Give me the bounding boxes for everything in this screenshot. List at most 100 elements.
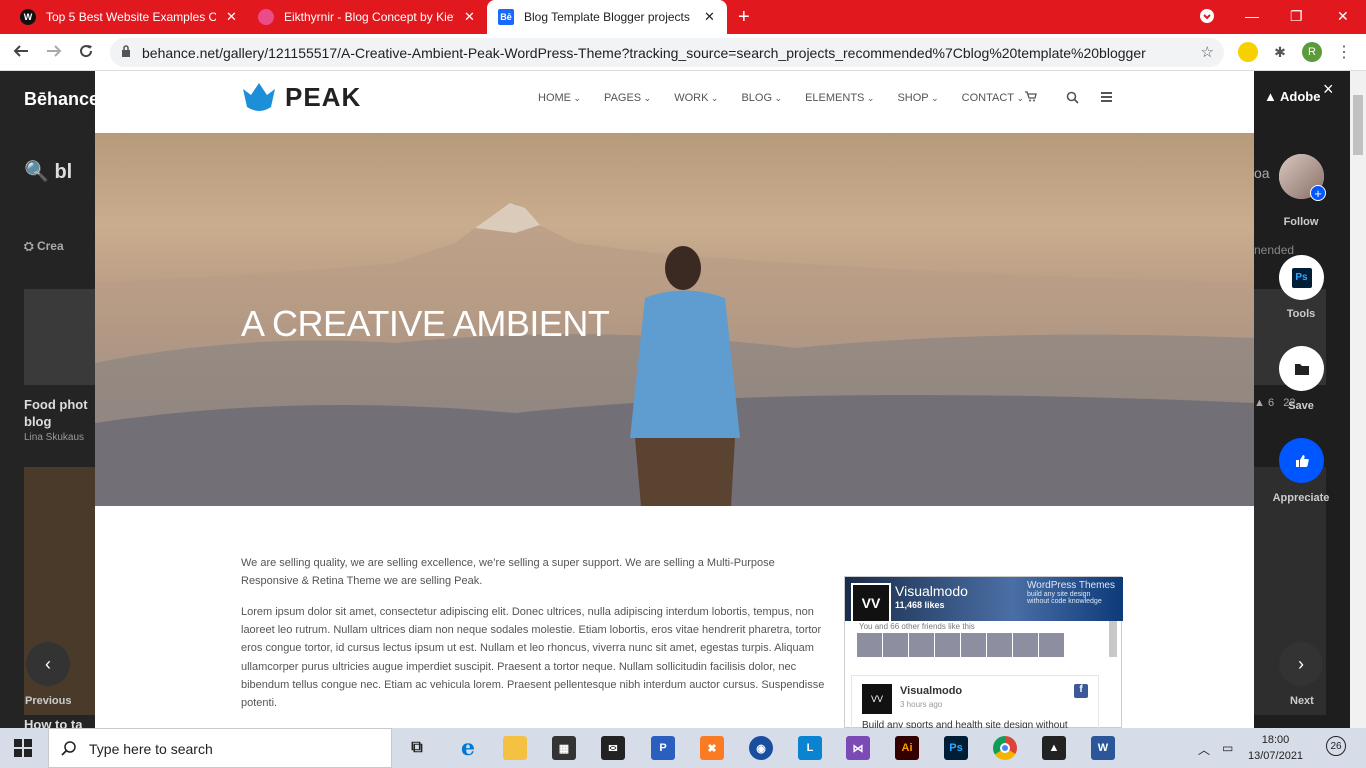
post-text: Build any sports and health site design … [862,720,1068,728]
avatar[interactable] [987,633,1012,657]
thumbs-up-icon [1295,454,1309,467]
background-text: oa [1254,165,1270,181]
chrome-icon[interactable] [993,736,1017,760]
avatar[interactable] [961,633,986,657]
website-favicon-icon: W [20,9,36,25]
tab-close-icon[interactable]: ✕ [464,9,475,25]
previous-label[interactable]: Previous [25,695,71,707]
save-button[interactable] [1279,346,1324,391]
browser-tab-bar: W Top 5 Best Website Examples Of ✕ Eikth… [0,0,1366,34]
peak-header: PEAK HOME PAGES WORK BLOG ELEMENTS SHOP … [95,71,1254,133]
page-scrollbar[interactable] [1350,71,1366,728]
follow-label[interactable]: Follow [1261,216,1341,228]
nav-pages[interactable]: PAGES [604,92,651,104]
network-icon[interactable]: ▭ [1222,741,1233,755]
facebook-friends-text: You and 66 other friends like this [859,622,975,631]
nav-contact[interactable]: CONTACT [962,92,1024,104]
address-bar: behance.net/gallery/121155517/A-Creative… [0,34,1366,71]
appreciate-label[interactable]: Appreciate [1261,492,1341,504]
microsoft-store-icon[interactable]: ▦ [552,736,576,760]
nav-shop[interactable]: SHOP [897,92,938,104]
file-explorer-icon[interactable] [503,736,527,760]
avatar[interactable] [857,633,882,657]
scrollbar-thumb[interactable] [1353,95,1363,155]
avatar[interactable] [909,633,934,657]
behance-favicon-icon: Bē [498,9,514,25]
hamburger-menu-icon[interactable] [1101,92,1112,102]
nav-blog[interactable]: BLOG [741,92,782,104]
minimize-icon[interactable]: — [1245,8,1259,24]
search-icon[interactable] [1066,91,1079,104]
nav-work[interactable]: WORK [674,92,718,104]
avatar[interactable] [883,633,908,657]
windows-start-icon[interactable] [14,739,32,757]
visualmodo-post-logo[interactable]: VV [862,684,892,714]
edge-icon[interactable]: e [456,735,480,761]
nav-home[interactable]: HOME [538,92,581,104]
chrome-menu-icon[interactable]: ⋮ [1334,42,1354,62]
background-card-title: How to ta [24,717,83,728]
peak-crown-icon [243,83,275,111]
new-tab-button[interactable]: + [738,6,750,29]
word-icon[interactable]: W [1091,736,1115,760]
facebook-page-name[interactable]: Visualmodo [895,583,968,599]
dribbble-favicon-icon [258,9,274,25]
photoshop-icon[interactable]: Ps [944,736,968,760]
browser-tab[interactable]: W Top 5 Best Website Examples Of ✕ [20,0,250,34]
mail-icon[interactable]: ✉ [601,736,625,760]
profile-avatar[interactable]: R [1302,42,1322,62]
xampp-icon[interactable]: ✖ [700,736,724,760]
system-clock[interactable]: 18:00 13/07/2021 [1248,732,1303,764]
tab-close-icon[interactable]: ✕ [704,9,715,25]
taskbar-search-input[interactable]: Type here to search [48,728,392,768]
cart-icon[interactable] [1025,91,1037,105]
background-card-author: Lina Skukaus [24,432,85,443]
background-card-image [24,289,95,385]
tab-close-icon[interactable]: ✕ [226,9,237,25]
save-label[interactable]: Save [1261,400,1341,412]
extension-icon[interactable] [1238,42,1258,62]
reload-icon[interactable] [77,42,95,65]
browser-tab[interactable]: Eikthyrnir - Blog Concept by Kiet ✕ [258,0,483,34]
tab-search-icon[interactable] [1199,8,1215,27]
intro-text: We are selling quality, we are selling e… [241,557,775,587]
body-text: Lorem ipsum dolor sit amet, consectetur … [241,606,825,710]
plus-icon: + [1310,185,1326,201]
facebook-icon[interactable]: f [1074,684,1088,698]
appreciate-button[interactable] [1279,438,1324,483]
avatar[interactable] [1039,633,1064,657]
bookmark-star-icon[interactable]: ☆ [1201,43,1214,61]
back-arrow-icon[interactable] [12,42,30,65]
peak-logo[interactable]: PEAK [241,81,361,113]
previous-arrow-icon[interactable]: ‹ [26,642,70,686]
tools-label[interactable]: Tools [1261,308,1341,320]
tools-button[interactable]: Ps [1279,255,1324,300]
notifications-icon[interactable]: 26 [1326,736,1346,756]
avatar[interactable] [1013,633,1038,657]
nav-elements[interactable]: ELEMENTS [805,92,874,104]
firefox-icon[interactable]: ◉ [749,736,773,760]
app-icon[interactable]: L [798,736,822,760]
puzzle-extensions-icon[interactable]: ✱ [1270,42,1290,62]
browser-tab-active[interactable]: Bē Blog Template Blogger projects | ✕ [487,0,727,34]
publisher-icon[interactable]: P [651,736,675,760]
avatar[interactable] [935,633,960,657]
owner-avatar[interactable]: + [1279,154,1326,201]
url-field[interactable]: behance.net/gallery/121155517/A-Creative… [110,38,1224,67]
search-icon [61,741,76,756]
next-label[interactable]: Next [1290,695,1314,707]
forward-arrow-icon[interactable] [45,42,63,65]
next-arrow-icon[interactable]: › [1279,642,1323,686]
illustrator-icon[interactable]: Ai [895,736,919,760]
maximize-icon[interactable]: ❐ [1290,8,1303,25]
modal-close-button[interactable]: × [1323,79,1334,100]
photos-icon[interactable]: ▲ [1042,736,1066,760]
windows-taskbar: Type here to search ⧉ e ▦ ✉ P ✖ ◉ L ⋈ Ai… [0,728,1366,768]
facebook-widget-scrollbar[interactable] [1109,621,1117,657]
chevron-up-icon[interactable]: ︿ [1198,741,1210,758]
post-author[interactable]: Visualmodo [900,685,962,697]
visual-studio-icon[interactable]: ⋈ [846,736,870,760]
task-view-icon[interactable]: ⧉ [405,736,429,760]
window-close-icon[interactable]: ✕ [1337,8,1349,25]
visualmodo-logo[interactable]: VV [851,583,891,623]
